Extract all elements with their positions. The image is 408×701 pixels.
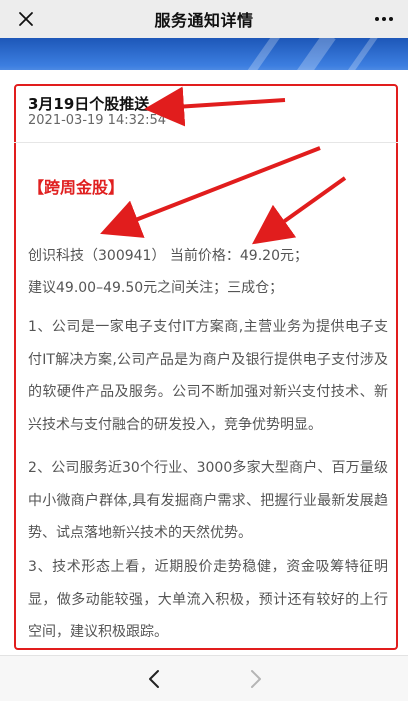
bottom-nav xyxy=(0,655,408,701)
chevron-left-icon[interactable] xyxy=(143,667,167,691)
stock-tag: 【跨周金股】 xyxy=(28,178,125,197)
top-bar: 服务通知详情 xyxy=(0,0,408,38)
paragraph-3: 3、技术形态上看，近期股价走势稳健，资金吸筹特征明显，做多动能较强，大单流入积极… xyxy=(28,559,388,640)
stock-price-line: 创识科技（300941） 当前价格：49.20元； xyxy=(28,248,308,264)
divider xyxy=(14,142,398,143)
close-icon[interactable] xyxy=(14,7,38,31)
message-title: 3月19日个股推送 xyxy=(28,95,150,113)
more-icon[interactable] xyxy=(372,7,396,31)
paragraph-1: 1、公司是一家电子支付IT方案商,主营业务为提供电子支付IT解决方案,公司产品是… xyxy=(28,319,388,433)
chevron-right-icon[interactable] xyxy=(243,667,267,691)
message-time: 2021-03-19 14:32:54 xyxy=(28,113,167,128)
advice-line: 建议49.00–49.50元之间关注；三成仓； xyxy=(28,280,284,296)
page-title: 服务通知详情 xyxy=(154,11,254,30)
paragraph-2: 2、公司服务近30个行业、3000多家大型商户、百万量级中小微商户群体,具有发掘… xyxy=(28,460,388,541)
